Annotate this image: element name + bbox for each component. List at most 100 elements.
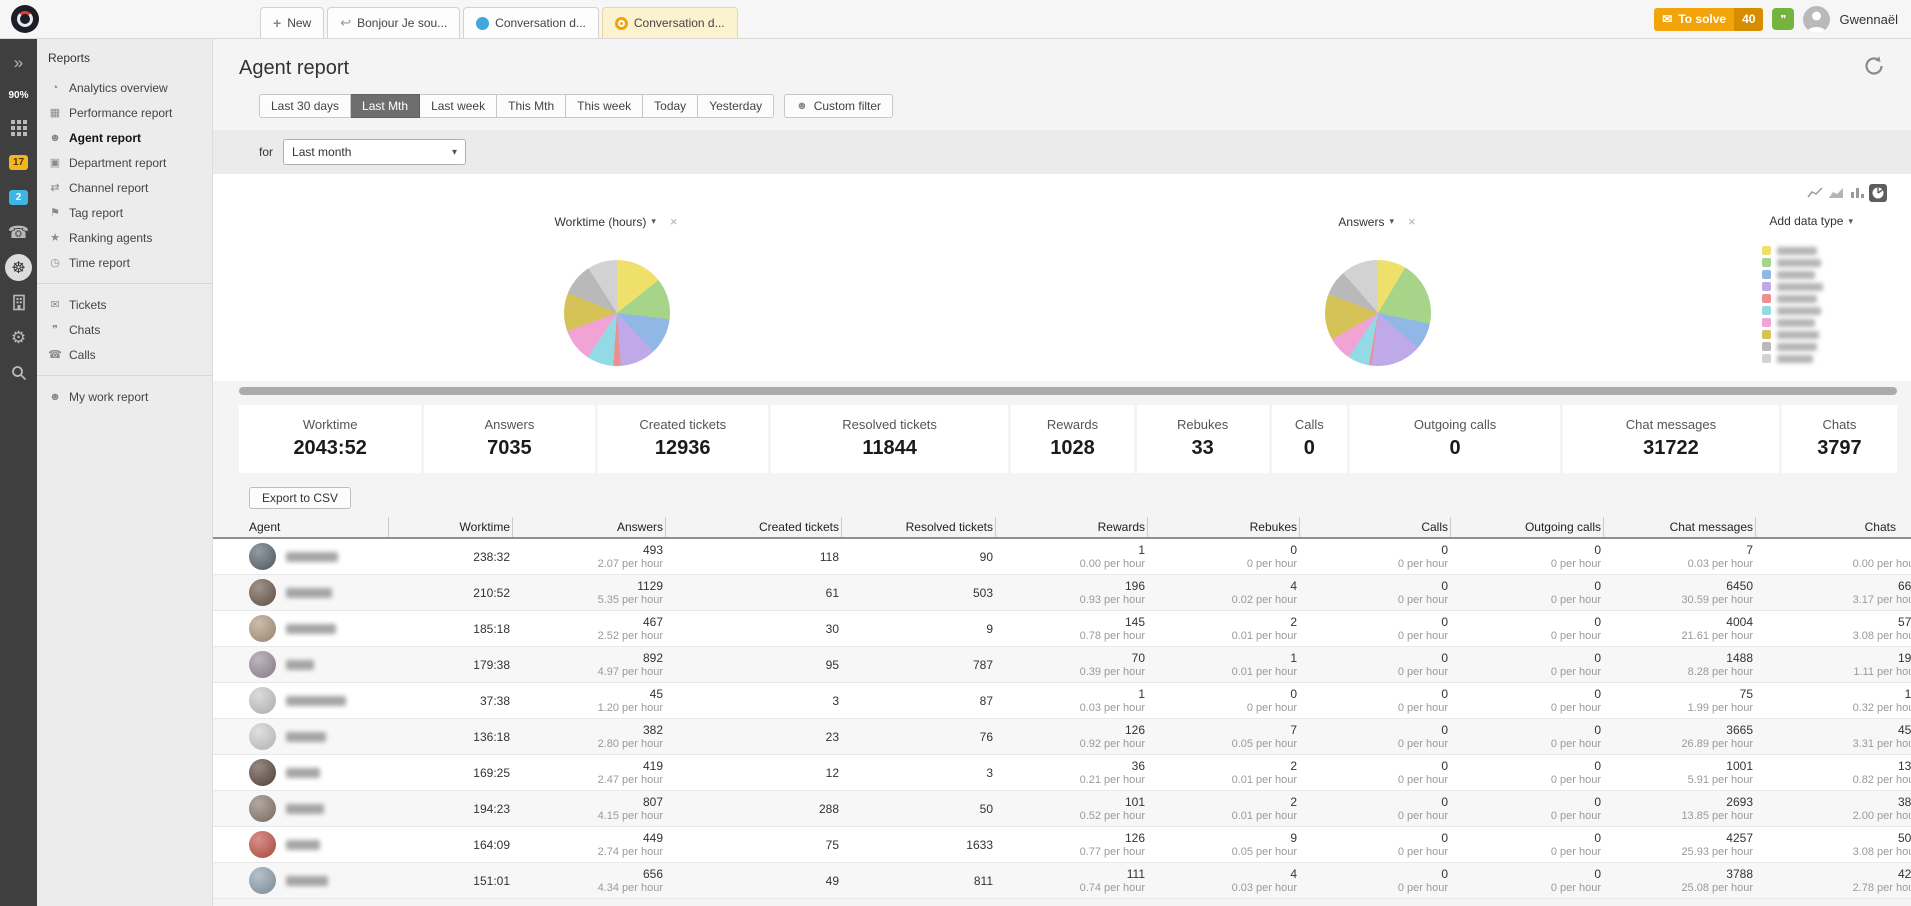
value: 0: [1441, 543, 1448, 557]
add-data-type-button[interactable]: Add data type ▾: [1769, 214, 1853, 228]
chart-metric-selector[interactable]: Answers: [1338, 215, 1384, 229]
col-resolved-tickets[interactable]: Resolved tickets: [841, 517, 995, 537]
legend-item[interactable]: [1762, 258, 1823, 267]
collapse-chevron-icon[interactable]: »: [0, 45, 37, 80]
company-building-icon[interactable]: [0, 285, 37, 320]
col-worktime[interactable]: Worktime: [388, 517, 512, 537]
table-row[interactable]: 37:38 45 1.20 per hour 3 87 1 0.03 per h…: [213, 683, 1911, 719]
rate: 0.01 per hour: [1232, 809, 1297, 823]
dashboard-grid-icon[interactable]: [0, 110, 37, 145]
for-label: for: [259, 145, 273, 159]
value: 7: [1746, 543, 1753, 557]
refresh-button[interactable]: [1863, 55, 1885, 77]
filter-last-week[interactable]: Last week: [420, 94, 497, 118]
department-icon: ▣: [48, 156, 62, 169]
settings-gear-icon[interactable]: ⚙: [0, 320, 37, 355]
bar-chart-icon[interactable]: [1848, 184, 1866, 202]
username[interactable]: Gwennaël: [1839, 12, 1898, 27]
close-icon[interactable]: ×: [1408, 214, 1416, 229]
tab-conversation-1[interactable]: Conversation d...: [463, 7, 599, 38]
table-row[interactable]: 238:32 493 2.07 per hour 118 90 1 0.00 p…: [213, 539, 1911, 575]
cell-rebukes: 1 0.01 per hour: [1147, 647, 1299, 682]
chart-metric-selector[interactable]: Worktime (hours): [555, 215, 647, 229]
tab-ticket[interactable]: ↩Bonjour Je sou...: [327, 7, 460, 38]
tab-new[interactable]: +New: [260, 7, 324, 38]
table-row[interactable]: 210:52 1129 5.35 per hour 61 503 196 0.9…: [213, 575, 1911, 611]
legend-item[interactable]: [1762, 270, 1823, 279]
cell-created-tickets: 61: [665, 575, 841, 610]
tickets-count-badge[interactable]: 17: [9, 155, 28, 170]
cell-chat-messages: 4004 21.61 per hour: [1603, 611, 1755, 646]
chat-availability-button[interactable]: ❞: [1772, 8, 1794, 30]
col-calls[interactable]: Calls: [1299, 517, 1450, 537]
sidebar-item-tag-report[interactable]: ⚑ Tag report: [37, 200, 212, 225]
filter-last-mth[interactable]: Last Mth: [351, 94, 420, 118]
legend-item[interactable]: [1762, 306, 1823, 315]
legend-item[interactable]: [1762, 282, 1823, 291]
filter-yesterday[interactable]: Yesterday: [698, 94, 774, 118]
export-csv-button[interactable]: Export to CSV: [249, 487, 351, 509]
reports-sidebar: Reports ◔ Analytics overview ▦ Performan…: [37, 39, 213, 906]
reports-helm-icon[interactable]: ☸: [0, 250, 37, 285]
col-agent[interactable]: Agent: [239, 517, 388, 537]
legend-item[interactable]: [1762, 294, 1823, 303]
col-rewards[interactable]: Rewards: [995, 517, 1147, 537]
to-solve-badge[interactable]: ✉ To solve 40: [1654, 8, 1763, 31]
sidebar-item-department-report[interactable]: ▣ Department report: [37, 150, 212, 175]
table-row[interactable]: 179:38 892 4.97 per hour 95 787 70 0.39 …: [213, 647, 1911, 683]
filter-last-30-days[interactable]: Last 30 days: [259, 94, 351, 118]
avatar: [249, 723, 276, 750]
worktime-pie-chart[interactable]: [564, 260, 670, 366]
sidebar-item-my-work-report[interactable]: ☻ My work report: [37, 384, 212, 409]
tab-conversation-2[interactable]: Conversation d...: [602, 7, 738, 38]
tab-label: Bonjour Je sou...: [357, 16, 447, 30]
sidebar-item-time-report[interactable]: ◷ Time report: [37, 250, 212, 275]
legend-item[interactable]: [1762, 354, 1823, 363]
pie-chart-icon[interactable]: [1869, 184, 1887, 202]
legend-item[interactable]: [1762, 318, 1823, 327]
value: 0: [1594, 867, 1601, 881]
table-row[interactable]: 164:09 449 2.74 per hour 75 1633 126 0.7…: [213, 827, 1911, 863]
sidebar-item-agent-report[interactable]: ☻ Agent report: [37, 125, 212, 150]
table-row[interactable]: 136:18 382 2.80 per hour 23 76 126 0.92 …: [213, 719, 1911, 755]
filter-today[interactable]: Today: [643, 94, 698, 118]
filter-this-week[interactable]: This week: [566, 94, 643, 118]
sidebar-item-channel-report[interactable]: ⇄ Channel report: [37, 175, 212, 200]
col-outgoing-calls[interactable]: Outgoing calls: [1450, 517, 1603, 537]
area-chart-icon[interactable]: [1827, 184, 1845, 202]
sidebar-item-performance-report[interactable]: ▦ Performance report: [37, 100, 212, 125]
user-avatar[interactable]: [1803, 6, 1830, 33]
horizontal-scrollbar[interactable]: [239, 387, 1897, 395]
custom-filter-button[interactable]: ☻ Custom filter: [784, 94, 893, 118]
legend-label-redacted: [1777, 343, 1817, 351]
answers-pie-chart[interactable]: [1325, 260, 1431, 366]
sidebar-item-calls[interactable]: ☎ Calls: [37, 342, 212, 367]
phone-icon[interactable]: ☎: [0, 215, 37, 250]
sidebar-item-chats[interactable]: ❞ Chats: [37, 317, 212, 342]
period-select[interactable]: Last month ▾: [283, 139, 466, 165]
sidebar-item-ranking-agents[interactable]: ★ Ranking agents: [37, 225, 212, 250]
rate: 5.35 per hour: [598, 593, 663, 607]
legend-item[interactable]: [1762, 246, 1823, 255]
col-rebukes[interactable]: Rebukes: [1147, 517, 1299, 537]
table-row[interactable]: 169:25 419 2.47 per hour 12 3 36 0.21 pe…: [213, 755, 1911, 791]
legend-item[interactable]: [1762, 330, 1823, 339]
sidebar-item-analytics-overview[interactable]: ◔ Analytics overview: [37, 75, 212, 100]
line-chart-icon[interactable]: [1806, 184, 1824, 202]
performance-percent[interactable]: 90%: [8, 80, 28, 110]
table-row[interactable]: 151:01 656 4.34 per hour 49 811 111 0.74…: [213, 863, 1911, 899]
filter-this-mth[interactable]: This Mth: [497, 94, 566, 118]
sidebar-item-tickets[interactable]: ✉ Tickets: [37, 292, 212, 317]
search-icon[interactable]: [0, 355, 37, 390]
close-icon[interactable]: ×: [670, 214, 678, 229]
chats-count-badge[interactable]: 2: [9, 190, 28, 205]
table-row[interactable]: 185:18 467 2.52 per hour 30 9 145 0.78 p…: [213, 611, 1911, 647]
value: 656: [643, 867, 663, 881]
col-chat-messages[interactable]: Chat messages: [1603, 517, 1755, 537]
legend-item[interactable]: [1762, 342, 1823, 351]
app-logo[interactable]: [11, 5, 39, 33]
col-answers[interactable]: Answers: [512, 517, 665, 537]
col-created-tickets[interactable]: Created tickets: [665, 517, 841, 537]
table-row[interactable]: 194:23 807 4.15 per hour 288 50 101 0.52…: [213, 791, 1911, 827]
col-chats[interactable]: Chats: [1755, 517, 1911, 537]
